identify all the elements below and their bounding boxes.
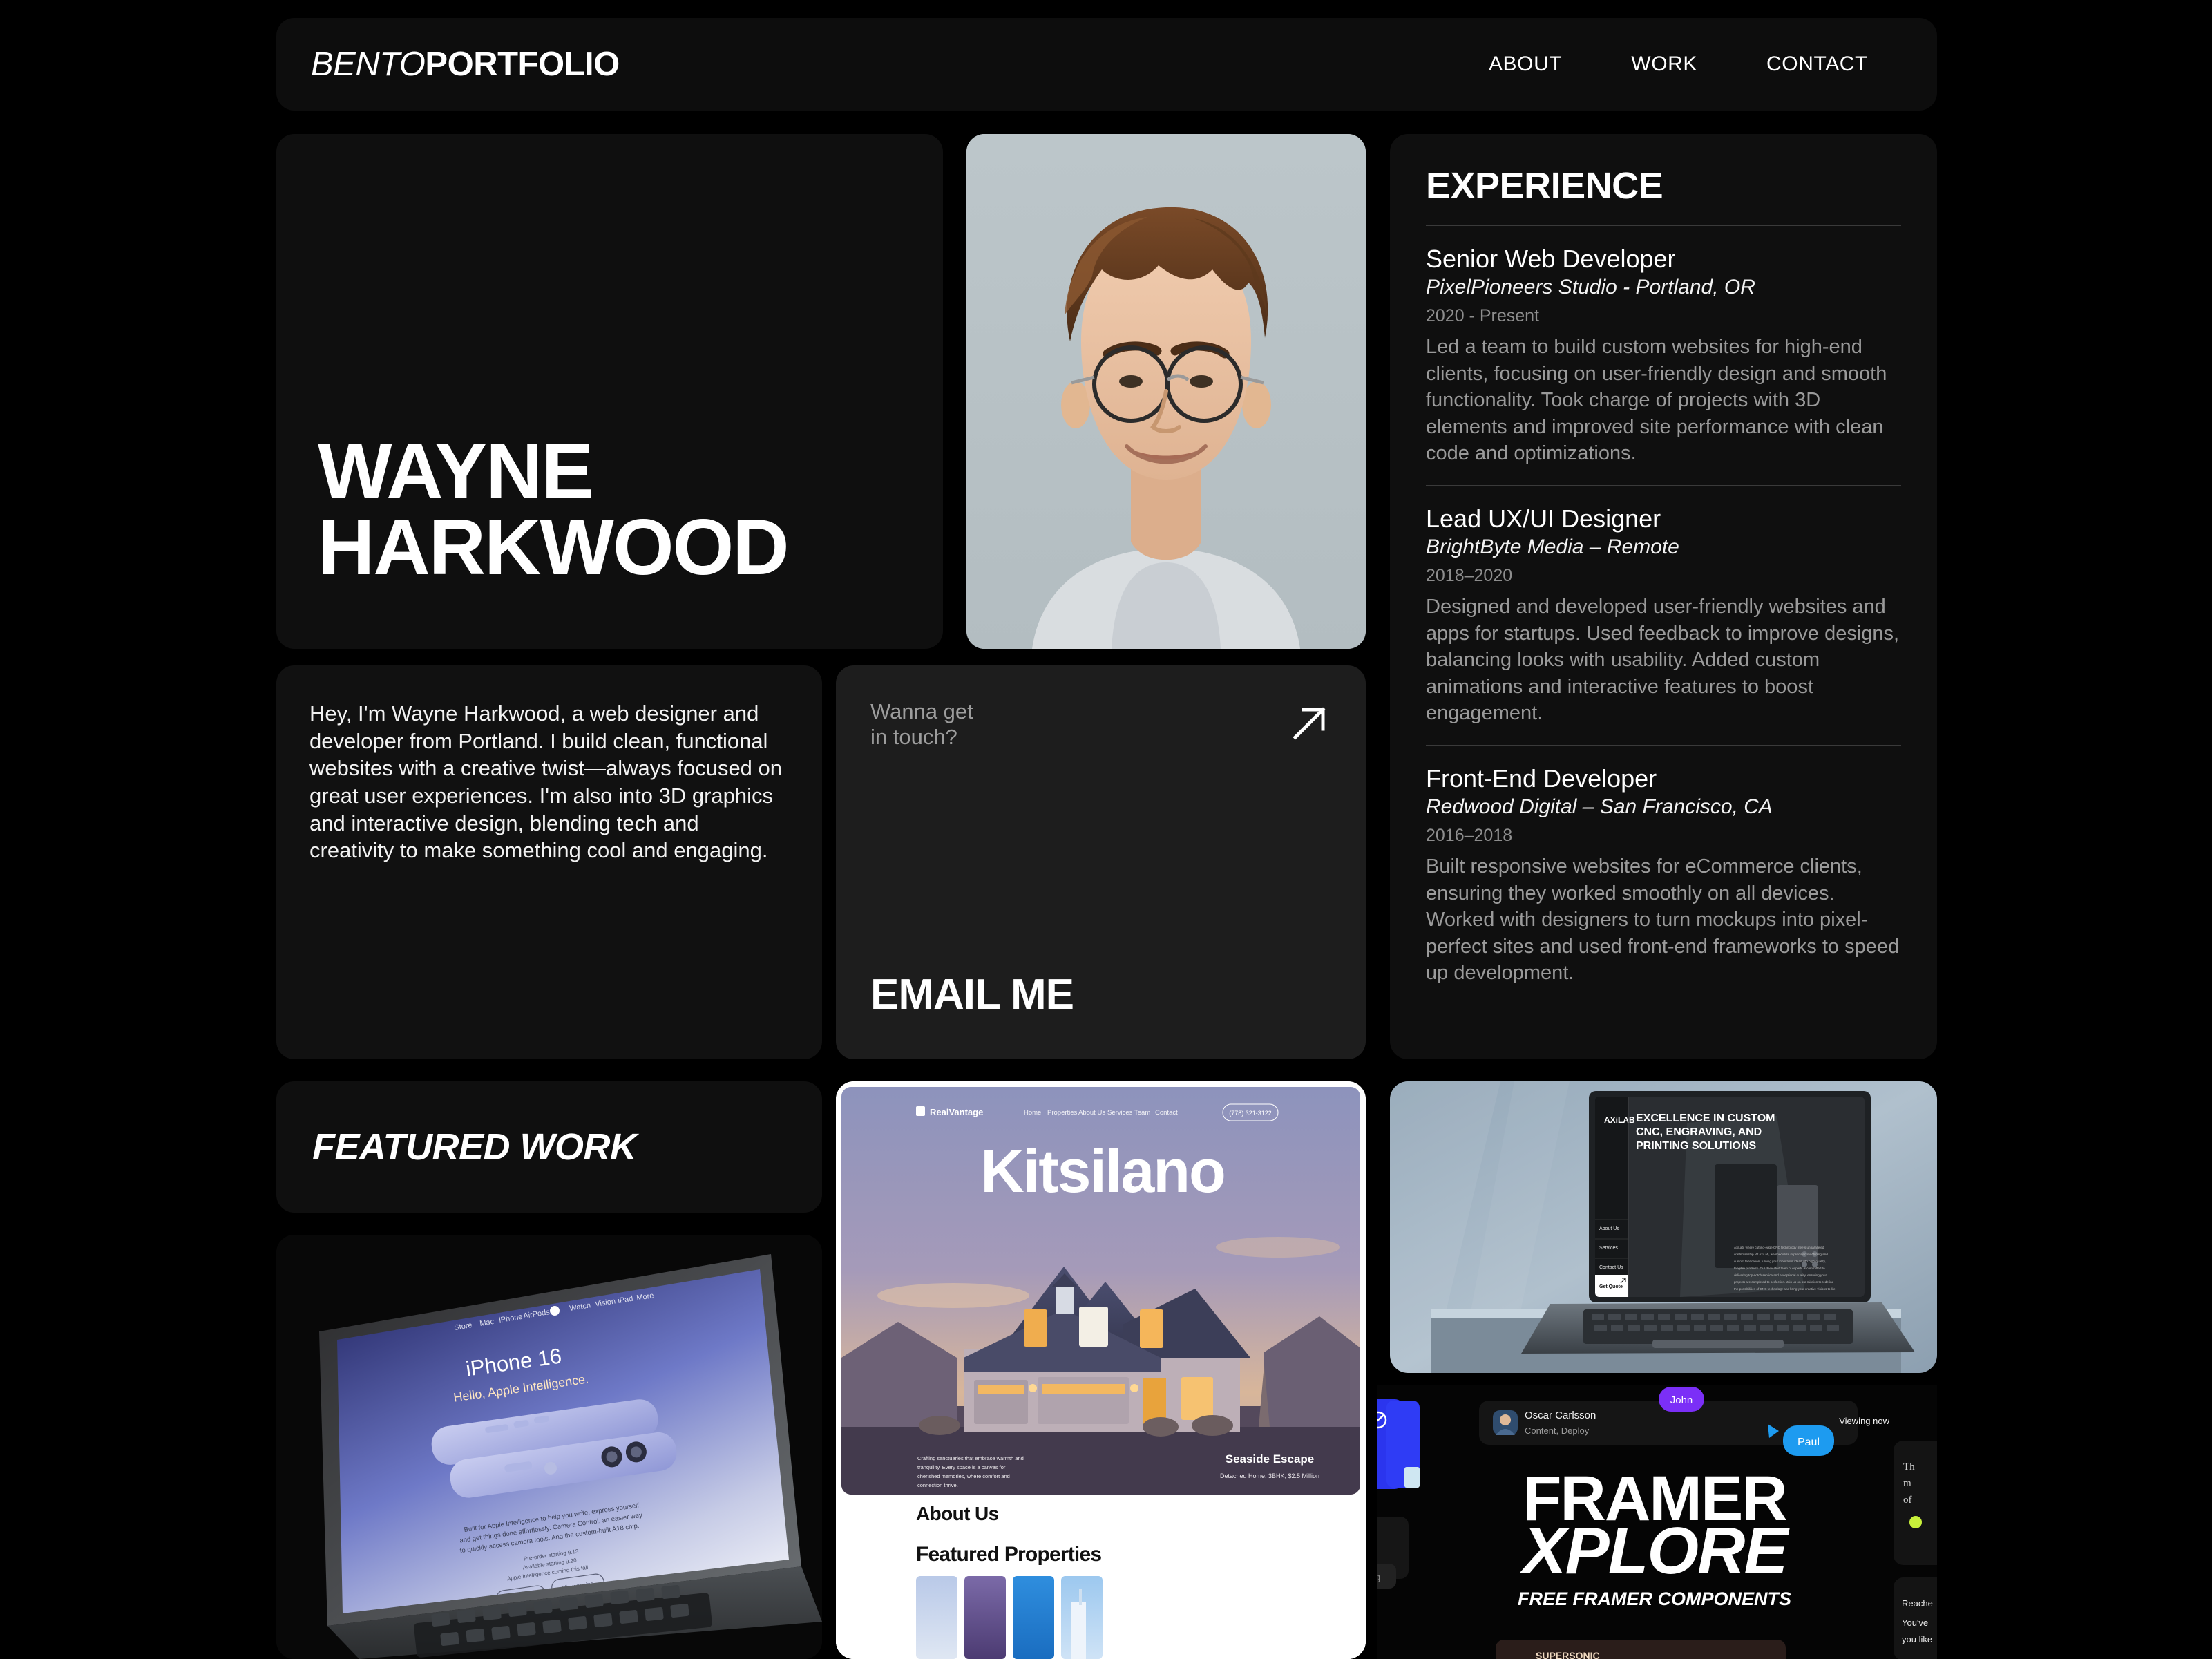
project-card-realvantage-featured[interactable]: Featured Properties <box>836 1528 1366 1659</box>
axilab-headline-1: EXCELLENCE IN CUSTOM <box>1636 1112 1775 1124</box>
svg-text:ring: ring <box>1377 1571 1380 1582</box>
framer-title-2: XPLORE <box>1519 1514 1791 1588</box>
featured-work-card: FEATURED WORK <box>276 1081 822 1213</box>
experience-company: PixelPioneers Studio - Portland, OR <box>1426 276 1755 299</box>
email-prompt-line1: Wanna get <box>870 699 973 723</box>
axilab-headline-2: CNC, ENGRAVING, AND <box>1636 1126 1762 1138</box>
framer-user-name: Oscar Carlsson <box>1525 1410 1596 1421</box>
framer-viewing-label: Viewing now <box>1839 1416 1889 1426</box>
nav-link-about[interactable]: ABOUT <box>1489 53 1562 76</box>
hero-last-name: HARKWOOD <box>318 503 790 591</box>
experience-item: Lead UX/UI Designer BrightByte Media – R… <box>1426 486 1901 727</box>
svg-text:AxiLab, where cutting-edge CNC: AxiLab, where cutting-edge CNC technolog… <box>1734 1246 1824 1249</box>
arrow-up-right-icon[interactable] <box>1288 701 1331 744</box>
experience-role: Front-End Developer <box>1426 764 1657 793</box>
email-prompt-line2: in touch? <box>870 725 957 750</box>
axilab-menu-contact: Contact Us <box>1599 1265 1623 1270</box>
experience-dates: 2020 - Present <box>1426 305 1539 325</box>
email-me-label: EMAIL ME <box>870 971 1074 1018</box>
experience-company: BrightByte Media – Remote <box>1426 535 1679 559</box>
experience-dates: 2018–2020 <box>1426 565 1513 585</box>
experience-role: Senior Web Developer <box>1426 245 1676 273</box>
logo-light-part: BENTO <box>311 46 426 83</box>
main-nav: ABOUT WORK CONTACT <box>1489 53 1903 76</box>
rv-brand: RealVantage <box>930 1107 983 1117</box>
site-header: BENTOPORTFOLIO ABOUT WORK CONTACT <box>276 18 1937 111</box>
svg-text:Th: Th <box>1903 1461 1915 1472</box>
hero-first-name: WAYNE <box>318 428 594 516</box>
svg-text:m: m <box>1903 1478 1911 1489</box>
svg-text:the possibilities of CNC techn: the possibilities of CNC technology and … <box>1734 1287 1836 1291</box>
rv-nav-services: Services <box>1107 1109 1133 1117</box>
svg-text:tranquility. Every space is a: tranquility. Every space is a canvas for <box>917 1464 1006 1470</box>
svg-text:craftsmanship. At AxiLab, we s: craftsmanship. At AxiLab, we specialize … <box>1734 1253 1828 1256</box>
rv-nav-home: Home <box>1024 1109 1041 1117</box>
experience-role: Lead UX/UI Designer <box>1426 504 1661 533</box>
experience-description: Built responsive websites for eCommerce … <box>1426 855 1900 985</box>
project-card-apple[interactable]: Store Mac iPhone AirPods Watch Vision iP… <box>276 1235 822 1659</box>
rv-featured-title: Featured Properties <box>916 1543 1101 1566</box>
experience-item: Front-End Developer Redwood Digital – Sa… <box>1426 746 1901 987</box>
rv-phone: (778) 321-3122 <box>1229 1110 1272 1117</box>
axilab-brand: AXiLAB <box>1604 1115 1635 1125</box>
framer-user-role: Content, Deploy <box>1525 1425 1590 1436</box>
site-logo[interactable]: BENTOPORTFOLIO <box>311 45 620 84</box>
project-card-framer[interactable]: ring Oscar Carlsson Content, Deploy View… <box>1377 1385 1937 1659</box>
experience-item: Senior Web Developer PixelPioneers Studi… <box>1426 226 1901 467</box>
svg-text:connection thrive.: connection thrive. <box>917 1482 958 1488</box>
rv-nav-properties: Properties <box>1047 1109 1078 1117</box>
axilab-cta: Get Quote <box>1599 1284 1623 1289</box>
svg-text:SUPERSONIC: SUPERSONIC <box>1536 1650 1600 1659</box>
experience-dates: 2016–2018 <box>1426 825 1513 845</box>
logo-bold-part: PORTFOLIO <box>425 46 620 83</box>
svg-text:Paul: Paul <box>1798 1437 1820 1448</box>
rv-about-title: About Us <box>916 1503 999 1524</box>
svg-text:custom fabrication, turning yo: custom fabrication, turning your innovat… <box>1734 1260 1826 1263</box>
featured-work-title: FEATURED WORK <box>312 1126 637 1168</box>
email-card-top: Wanna get in touch? <box>870 699 1331 750</box>
svg-text:cherished memories, where comf: cherished memories, where comfort and <box>917 1473 1010 1479</box>
framer-subtitle: FREE FRAMER COMPONENTS <box>1518 1589 1791 1609</box>
rv-property-thumb <box>916 1576 957 1659</box>
project-card-axilab[interactable]: AXiLAB EXCELLENCE IN CUSTOM CNC, ENGRAVI… <box>1390 1081 1937 1373</box>
axilab-headline-3: PRINTING SOLUTIONS <box>1636 1140 1757 1152</box>
axilab-menu-about: About Us <box>1599 1226 1619 1231</box>
email-prompt: Wanna get in touch? <box>870 699 973 750</box>
experience-description: Led a team to build custom websites for … <box>1426 336 1887 465</box>
svg-text:delivering top-notch service a: delivering top-notch service and excepti… <box>1734 1273 1827 1277</box>
rv-nav-team: Team <box>1134 1109 1150 1117</box>
avatar <box>966 134 1366 649</box>
experience-title: EXPERIENCE <box>1426 165 1663 207</box>
svg-text:John: John <box>1670 1394 1693 1406</box>
experience-card: EXPERIENCE Senior Web Developer PixelPio… <box>1390 134 1937 1059</box>
svg-text:you like: you like <box>1902 1634 1932 1644</box>
rv-property-thumb <box>1013 1576 1054 1659</box>
bio-text: Hey, I'm Wayne Harkwood, a web designer … <box>309 701 783 863</box>
axilab-menu-services: Services <box>1599 1246 1618 1251</box>
experience-description: Designed and developed user-friendly web… <box>1426 596 1900 725</box>
svg-text:projects are completed to perf: projects are completed to perfection. Jo… <box>1734 1280 1834 1284</box>
svg-text:tangible products. Our dedicat: tangible products. Our dedicated team of… <box>1734 1267 1825 1270</box>
portfolio-page: BENTOPORTFOLIO ABOUT WORK CONTACT WAYNE … <box>0 0 2212 1659</box>
svg-text:Crafting sanctuaries that embr: Crafting sanctuaries that embrace warmth… <box>917 1455 1024 1461</box>
page-title: WAYNE HARKWOOD <box>318 428 790 591</box>
rv-listing-meta: Detached Home, 3BHK, $2.5 Million <box>1220 1472 1319 1479</box>
svg-text:of: of <box>1903 1495 1912 1506</box>
svg-text:You've: You've <box>1902 1618 1928 1628</box>
experience-company: Redwood Digital – San Francisco, CA <box>1426 795 1773 819</box>
rv-nav-contact: Contact <box>1155 1109 1178 1117</box>
svg-text:Reache: Reache <box>1902 1598 1933 1609</box>
nav-link-contact[interactable]: CONTACT <box>1766 53 1868 76</box>
rv-property-thumb <box>964 1576 1006 1659</box>
email-me-card[interactable]: Wanna get in touch? EMAIL ME <box>836 665 1366 1059</box>
rv-hero-title: Kitsilano <box>980 1137 1225 1205</box>
hero-name-card: WAYNE HARKWOOD <box>276 134 943 649</box>
nav-link-work[interactable]: WORK <box>1631 53 1697 76</box>
bio-card: Hey, I'm Wayne Harkwood, a web designer … <box>276 665 822 1059</box>
rv-nav-about: About Us <box>1078 1109 1105 1117</box>
rv-listing-title: Seaside Escape <box>1226 1452 1315 1466</box>
